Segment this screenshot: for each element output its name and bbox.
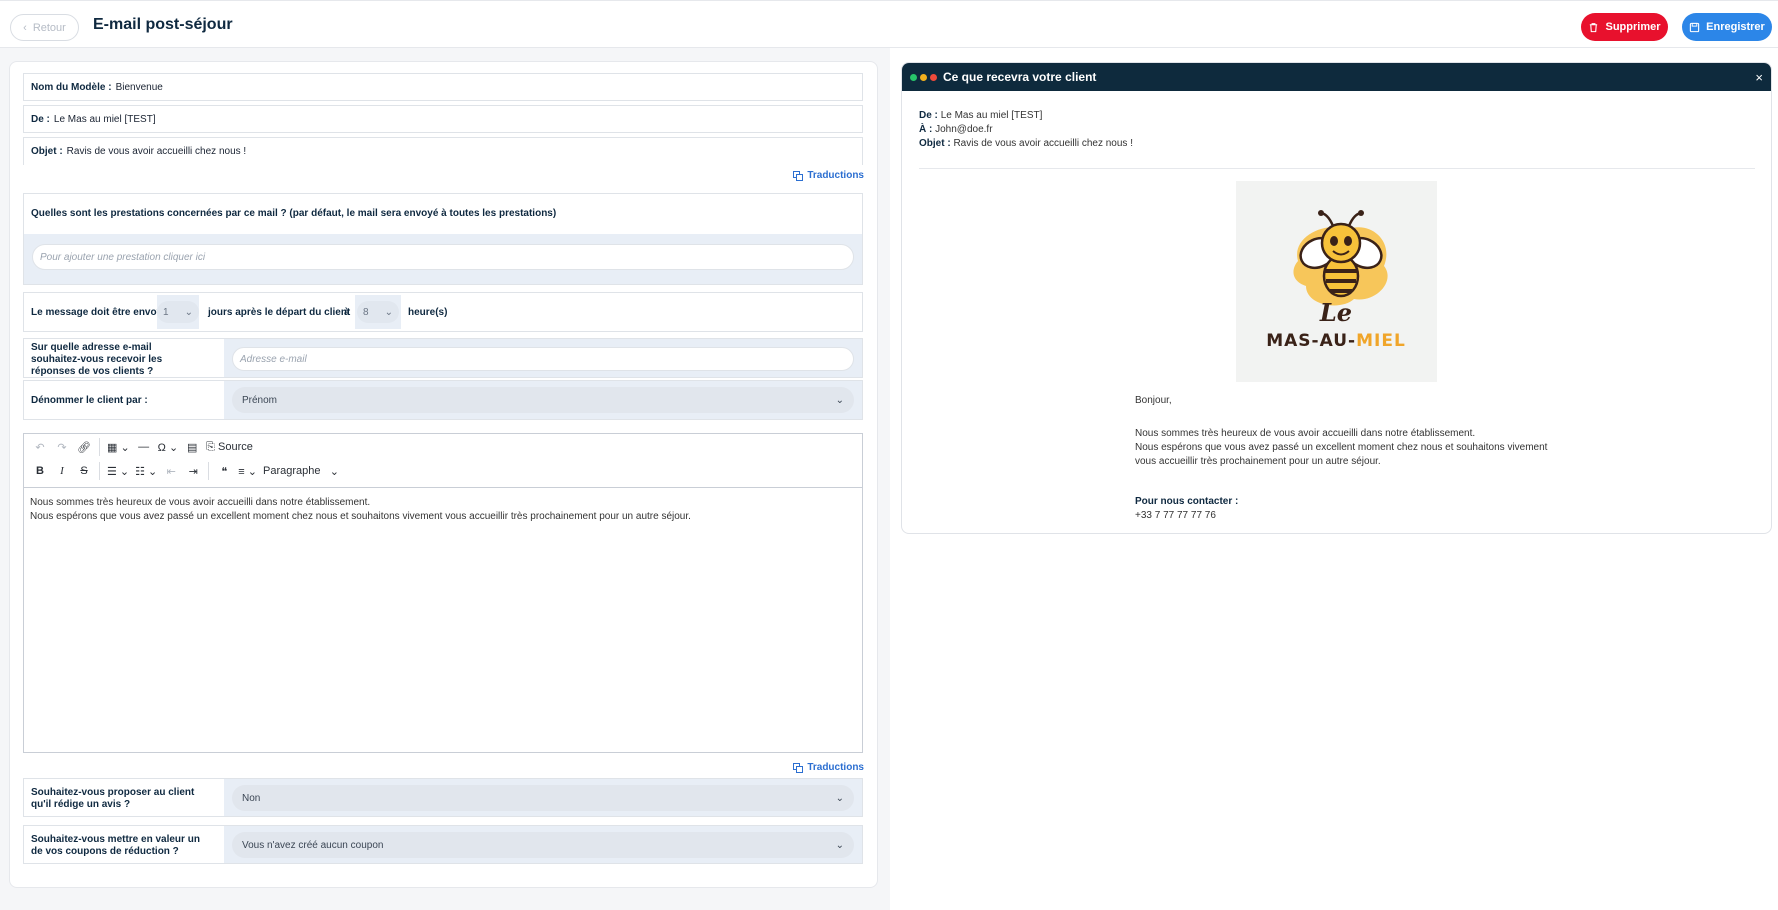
chevron-down-icon: ⌄ bbox=[184, 306, 193, 318]
special-chars-icon[interactable]: Ω ⌄ bbox=[156, 437, 181, 457]
chevron-left-icon: ‹ bbox=[23, 21, 27, 34]
chevron-down-icon: ⌄ bbox=[835, 792, 844, 804]
translate-icon bbox=[793, 762, 804, 773]
chevron-down-icon: ⌄ bbox=[384, 306, 393, 318]
from-field[interactable]: De : Le Mas au miel [TEST] bbox=[23, 105, 863, 133]
chevron-down-icon: ⌄ bbox=[329, 465, 339, 478]
name-client-select[interactable]: Prénom ⌄ bbox=[232, 387, 854, 413]
horizontal-line-icon[interactable]: — bbox=[134, 437, 154, 457]
page-title: E-mail post-séjour bbox=[93, 16, 233, 33]
preview-meta: De : Le Mas au miel [TEST] À : John@doe.… bbox=[919, 110, 1133, 149]
logo-miel-text: MIEL bbox=[1356, 331, 1406, 351]
logo-le-text: Le bbox=[1319, 298, 1352, 327]
coupon-row: Souhaitez-vous mettre en valeur un de vo… bbox=[23, 825, 863, 864]
paragraph-select[interactable]: Paragraphe ⌄ bbox=[261, 461, 341, 481]
strikethrough-icon[interactable]: S bbox=[74, 461, 94, 481]
red-dot-icon bbox=[930, 74, 937, 81]
bee-logo-icon: Le MAS-AU-MIEL bbox=[1266, 210, 1406, 351]
save-button[interactable]: Enregistrer bbox=[1682, 13, 1772, 41]
translations-link-2[interactable]: Traductions bbox=[793, 762, 864, 773]
undo-icon[interactable]: ↶ bbox=[30, 437, 50, 457]
review-row: Souhaitez-vous proposer au client qu'il … bbox=[23, 778, 863, 817]
close-icon[interactable]: × bbox=[1755, 70, 1763, 85]
preview-area: Ce que recevra votre client × De : Le Ma… bbox=[890, 48, 1778, 910]
days-select[interactable]: 1 ⌄ bbox=[157, 295, 199, 329]
services-section: Quelles sont les prestations concernées … bbox=[23, 193, 863, 285]
translations-link[interactable]: Traductions bbox=[793, 170, 864, 181]
coupon-select[interactable]: Vous n'avez créé aucun coupon ⌄ bbox=[232, 832, 854, 858]
name-client-row: Dénommer le client par : Prénom ⌄ bbox=[23, 380, 863, 420]
back-button[interactable]: ‹ Retour bbox=[10, 14, 79, 41]
blockquote-icon[interactable]: ❝ bbox=[214, 461, 234, 481]
schedule-row: Le message doit être envoyé 1 ⌄ jours apr… bbox=[23, 292, 863, 332]
indent-icon[interactable]: ⇥ bbox=[183, 461, 203, 481]
editor-toolbar-1: ↶ ↷ 🔗︎ ▦ ⌄ — Ω ⌄ ▤ ⎘ Source bbox=[24, 434, 862, 460]
translate-icon bbox=[793, 170, 804, 181]
rich-text-editor: ↶ ↷ 🔗︎ ▦ ⌄ — Ω ⌄ ▤ ⎘ Source B I S ☰ ⌄ ☷ … bbox=[23, 433, 863, 753]
green-dot-icon bbox=[910, 74, 917, 81]
chevron-down-icon: ⌄ bbox=[835, 839, 844, 851]
bold-icon[interactable]: B bbox=[30, 461, 50, 481]
top-bar: ‹ Retour E-mail post-séjour Supprimer En… bbox=[0, 0, 1778, 48]
brand-logo: Le MAS-AU-MIEL bbox=[1236, 181, 1437, 382]
html-embed-icon[interactable]: ▤ bbox=[182, 437, 202, 457]
editor-toolbar-2: B I S ☰ ⌄ ☷ ⌄ ⇤ ⇥ ❝ ≡ ⌄ Paragraphe ⌄ bbox=[24, 458, 862, 484]
preview-header: Ce que recevra votre client × bbox=[902, 63, 1771, 91]
numbered-list-icon[interactable]: ☰ ⌄ bbox=[105, 461, 131, 481]
svg-text:MAS-AU-MIEL: MAS-AU-MIEL bbox=[1266, 331, 1406, 351]
form-panel: Nom du Modèle : Bienvenue De : Le Mas au… bbox=[9, 61, 878, 888]
chevron-down-icon: ⌄ bbox=[835, 394, 844, 406]
delete-button[interactable]: Supprimer bbox=[1581, 13, 1668, 41]
hour-select[interactable]: 8 ⌄ bbox=[355, 295, 401, 329]
save-icon bbox=[1689, 22, 1700, 32]
reply-email-row: Sur quelle adresse e-mail souhaitez-vous… bbox=[23, 338, 863, 378]
bullet-list-icon[interactable]: ☷ ⌄ bbox=[133, 461, 159, 481]
review-select[interactable]: Non ⌄ bbox=[232, 785, 854, 811]
editor-content[interactable]: Nous sommes très heureux de vous avoir a… bbox=[24, 487, 862, 752]
italic-icon[interactable]: I bbox=[52, 461, 72, 481]
model-name-field[interactable]: Nom du Modèle : Bienvenue bbox=[23, 73, 863, 101]
source-button[interactable]: ⎘ Source bbox=[204, 437, 255, 457]
align-icon[interactable]: ≡ ⌄ bbox=[236, 461, 259, 481]
services-question: Quelles sont les prestations concernées … bbox=[31, 208, 557, 219]
logo-mas-text: MAS-AU- bbox=[1266, 331, 1356, 351]
subject-field[interactable]: Objet : Ravis de vous avoir accueilli ch… bbox=[23, 137, 863, 165]
source-icon: ⎘ bbox=[206, 440, 215, 453]
preview-body: Bonjour, Nous sommes très heureux de vou… bbox=[1135, 395, 1548, 521]
services-input[interactable]: Pour ajouter une prestation cliquer ici bbox=[32, 244, 854, 270]
link-icon[interactable]: 🔗︎ bbox=[74, 437, 94, 457]
email-preview: Ce que recevra votre client × De : Le Ma… bbox=[901, 62, 1772, 534]
trash-icon bbox=[1590, 22, 1598, 32]
reply-email-input[interactable]: Adresse e-mail bbox=[232, 347, 854, 371]
redo-icon[interactable]: ↷ bbox=[52, 437, 72, 457]
outdent-icon[interactable]: ⇤ bbox=[161, 461, 181, 481]
yellow-dot-icon bbox=[920, 74, 927, 81]
table-icon[interactable]: ▦ ⌄ bbox=[105, 437, 132, 457]
